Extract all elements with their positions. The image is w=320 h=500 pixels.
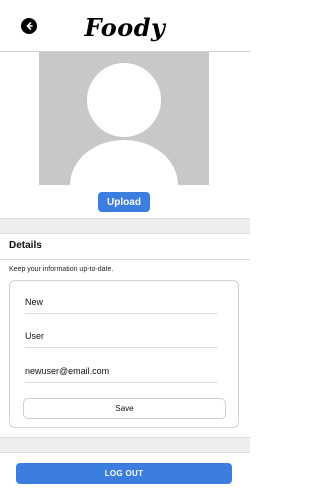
app-logo: Foody	[84, 13, 166, 42]
upload-button[interactable]: Upload	[98, 192, 150, 212]
details-divider	[0, 259, 250, 260]
profile-avatar	[39, 52, 209, 185]
section-divider	[0, 218, 250, 234]
avatar-section: Upload	[0, 52, 250, 218]
default-avatar-icon	[39, 52, 209, 185]
last-name-field[interactable]: User	[25, 331, 218, 348]
app-header: Foody	[0, 0, 250, 52]
section-divider	[0, 437, 250, 453]
details-form: New User newuser@email.com Save	[9, 280, 239, 428]
first-name-field[interactable]: New	[25, 297, 218, 314]
logout-button[interactable]: LOG OUT	[16, 463, 232, 484]
details-heading: Details	[9, 240, 42, 251]
email-field[interactable]: newuser@email.com	[25, 366, 218, 383]
details-description: Keep your information up-to-date.	[9, 266, 114, 273]
save-button[interactable]: Save	[23, 398, 226, 419]
